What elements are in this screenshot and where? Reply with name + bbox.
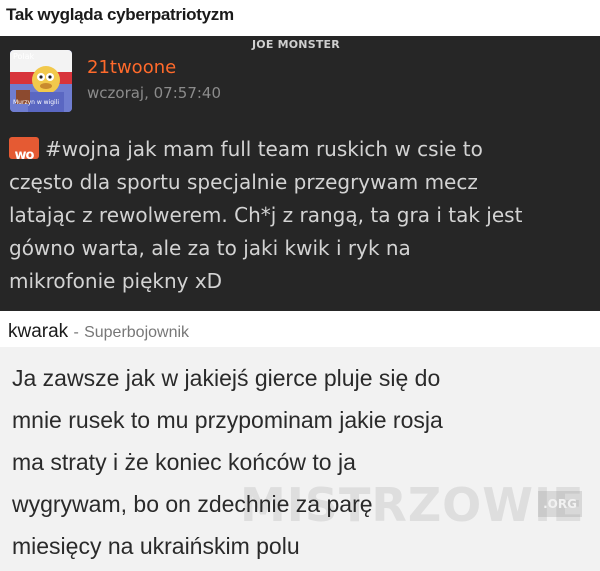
comment-line: wygrywam, bo on zdechnie za parę: [12, 491, 373, 517]
comment-author-line: kwarak - Superbojownik: [8, 321, 189, 343]
hashtag-link[interactable]: #wojna: [45, 137, 121, 161]
page-title: Tak wygląda cyberpatriotyzm: [6, 5, 234, 24]
comment-line: mnie rusek to mu przypominam jakie rosja: [12, 407, 443, 433]
comment-box: MISTRZOWIE .ORG Ja zawsze jak w jakiejś …: [0, 347, 600, 571]
comment-line: ma straty i że koniec końców to ja: [12, 449, 356, 475]
post-line: wo #wojna jak mam full team ruskich w csi…: [9, 133, 594, 166]
comment-rank: Superbojownik: [84, 324, 190, 341]
avatar[interactable]: Polak Murzyn w wigili: [10, 50, 72, 112]
joe-monster-watermark: JOE MONSTER: [252, 38, 340, 51]
post-username[interactable]: 21twoone: [87, 57, 176, 78]
post-line-text: jak mam full team ruskich w csie to: [120, 137, 483, 161]
comment-author[interactable]: kwarak: [8, 321, 68, 342]
post-line: często dla sportu specjalnie przegrywam …: [9, 170, 478, 194]
wykop-tag-icon: wo: [9, 137, 39, 163]
tag-icon-label: wo: [14, 148, 35, 163]
post-body: wo #wojna jak mam full team ruskich w csi…: [9, 133, 594, 298]
post-line: latając z rewolwerem. Ch*j z rangą, ta g…: [9, 203, 523, 227]
comment-header: kwarak - Superbojownik: [0, 315, 600, 347]
comment-text: Ja zawsze jak w jakiejś gierce pluje się…: [12, 357, 592, 567]
avatar-bottom-label: Murzyn w wigili: [13, 99, 60, 106]
post-line: gówno warta, ale za to jaki kwik i ryk n…: [9, 236, 411, 260]
comment-line: Ja zawsze jak w jakiejś gierce pluje się…: [12, 365, 441, 391]
post-timestamp: wczoraj, 07:57:40: [87, 84, 221, 102]
wykop-post: JOE MONSTER Polak Murzyn w wigili 21twoo…: [0, 36, 600, 311]
avatar-top-label: Polak: [13, 52, 35, 61]
comment-separator: -: [73, 324, 79, 341]
comment-line: miesięcy na ukraińskim polu: [12, 533, 300, 559]
post-line: mikrofonie piękny xD: [9, 269, 223, 293]
